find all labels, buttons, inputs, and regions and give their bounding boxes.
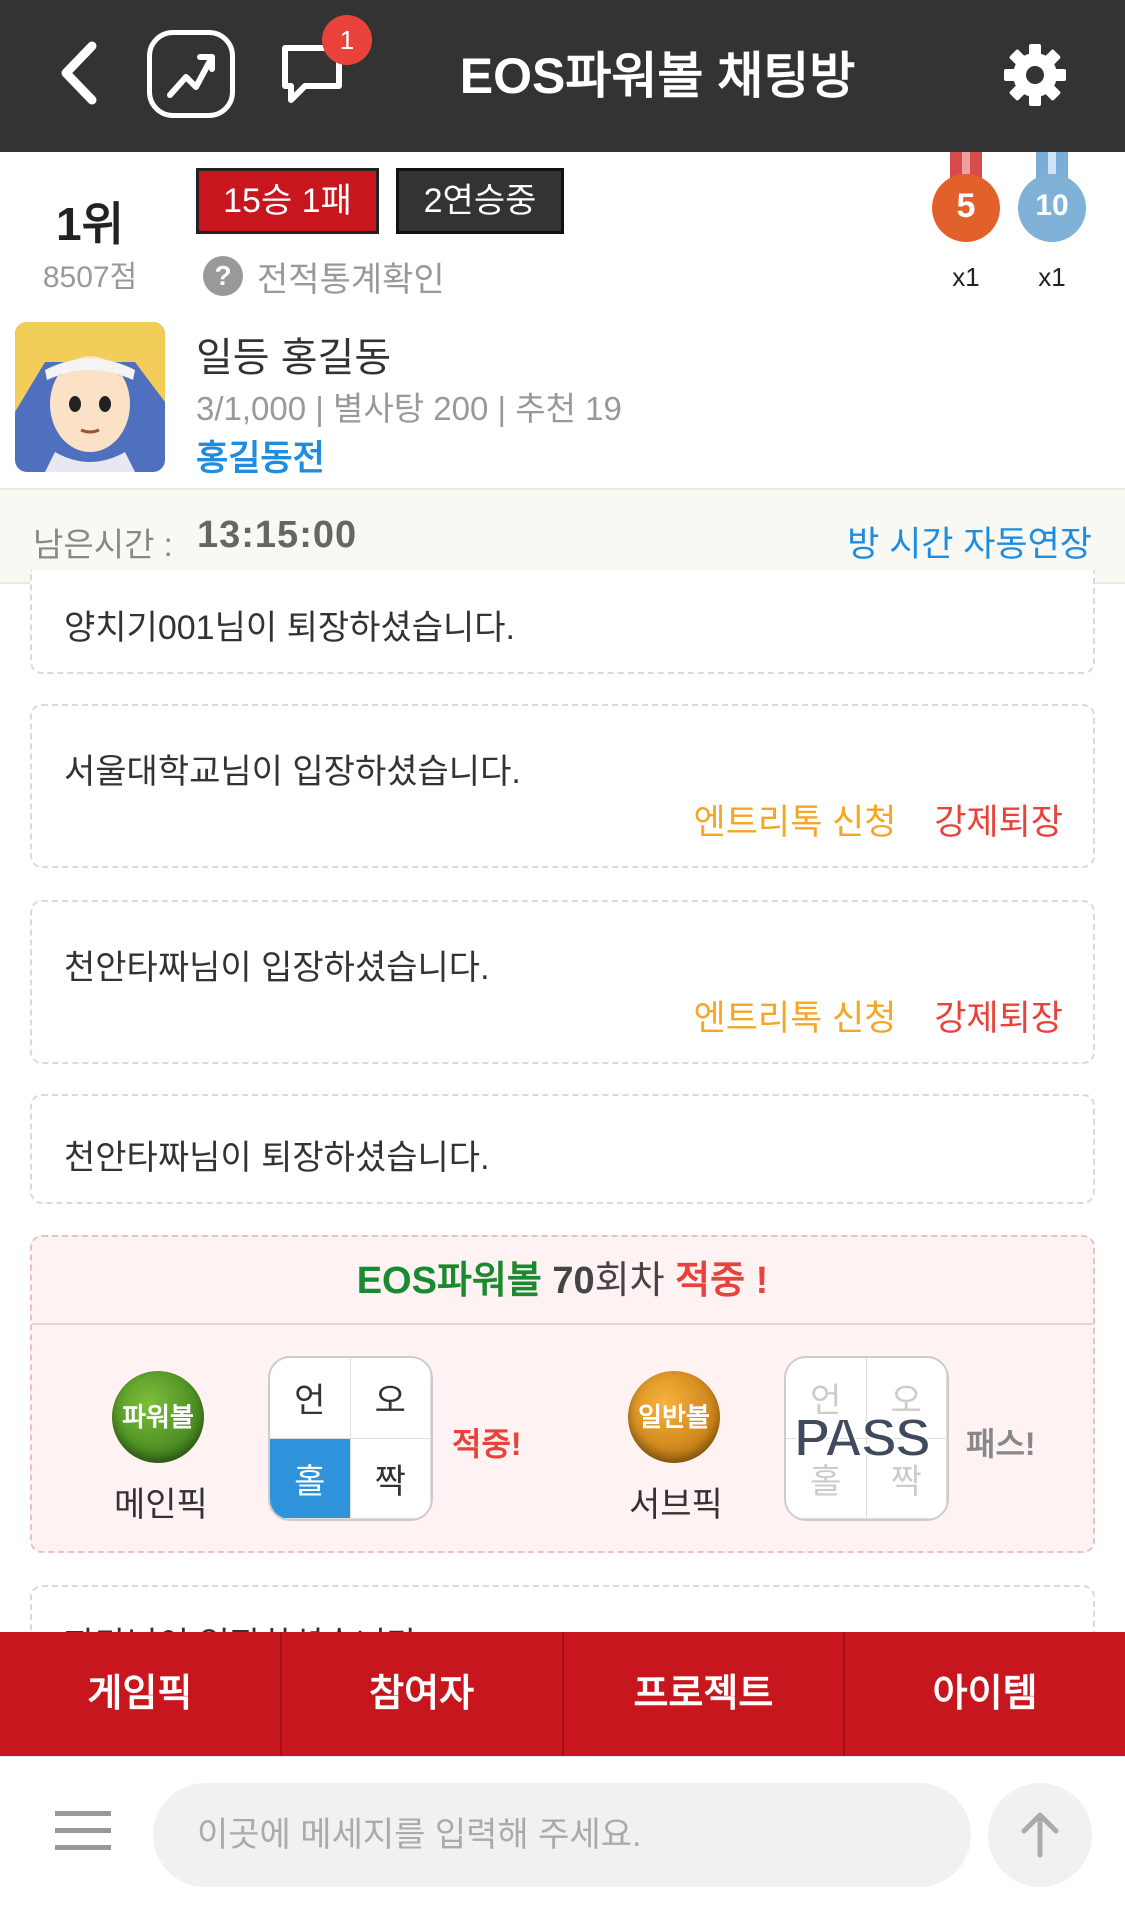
- entry-talk-button[interactable]: 엔트리톡 신청: [694, 999, 897, 1038]
- gear-icon[interactable]: [1000, 40, 1070, 110]
- timer-value: 13:15:00: [197, 514, 358, 556]
- medal-level: 10: [1018, 174, 1086, 242]
- message-text: 천안타짜님이 퇴장하셨습니다.: [64, 1139, 490, 1177]
- arrow-up-icon: [1021, 1812, 1059, 1858]
- question-icon: ?: [203, 256, 243, 296]
- message-actions: 엔트리톡 신청 강제퇴장: [694, 794, 1063, 845]
- result-card: EOS파워볼 70회차 적중 ! 파워볼 메인픽 언 오 홀 짝 적중! 일반볼…: [30, 1235, 1095, 1553]
- message-input[interactable]: [153, 1783, 971, 1887]
- result-round: 70: [552, 1260, 595, 1302]
- sub-pick-verdict: 패스!: [966, 1426, 1036, 1462]
- notification-badge: 1: [322, 15, 372, 65]
- tab-project[interactable]: 프로젝트: [564, 1632, 846, 1756]
- stats-button[interactable]: [147, 30, 235, 118]
- message-actions: 엔트리톡 신청 강제퇴장: [694, 990, 1063, 1041]
- stats-link-label: 전적통계확인: [257, 260, 445, 299]
- kick-button[interactable]: 강제퇴장: [934, 999, 1063, 1038]
- pick-cell-over: 오: [350, 1358, 431, 1439]
- chat-message: 양치기001님이 퇴장하셨습니다.: [30, 570, 1095, 674]
- streak-badge: 2연승중: [396, 168, 564, 234]
- medal-count: x1: [952, 262, 980, 292]
- result-game: EOS파워볼: [356, 1260, 542, 1302]
- medal-level: 5: [932, 174, 1000, 242]
- timer-label: 남은시간 :: [33, 526, 173, 563]
- pick-cell-even: 짝: [350, 1438, 431, 1519]
- page-title: EOS파워볼 채팅방: [459, 48, 856, 104]
- send-button[interactable]: [988, 1783, 1092, 1887]
- rank: 1위: [56, 198, 124, 250]
- pass-stamp: PASS: [793, 1407, 932, 1469]
- tab-game-pick[interactable]: 게임픽: [0, 1632, 282, 1756]
- clan-link[interactable]: 홍길동전: [196, 430, 325, 481]
- main-pick-grid: 언 오 홀 짝: [268, 1356, 433, 1521]
- medal-count: x1: [1038, 262, 1066, 292]
- sub-pick-label: 서브픽: [629, 1486, 723, 1524]
- kick-button[interactable]: 강제퇴장: [934, 803, 1063, 842]
- message-text: 서울대학교님이 입장하셨습니다.: [64, 753, 521, 791]
- pick-cell-odd: 홀: [270, 1438, 351, 1519]
- message-text: 양치기001님이 퇴장하셨습니다.: [64, 609, 515, 647]
- stats-icon: [167, 54, 215, 98]
- main-pick-verdict: 적중!: [452, 1426, 522, 1462]
- result-round-suffix: 회차: [594, 1260, 665, 1302]
- chat-message: 천안타짜님이 퇴장하셨습니다.: [30, 1094, 1095, 1204]
- points: 8507점: [42, 261, 138, 294]
- normal-ball-icon: 일반볼: [628, 1371, 720, 1463]
- record-badge: 15승 1패: [196, 168, 379, 234]
- chat-message: 서울대학교님이 입장하셨습니다. 엔트리톡 신청 강제퇴장: [30, 704, 1095, 868]
- stats-link[interactable]: ? 전적통계확인: [203, 256, 445, 299]
- powerball-icon: 파워볼: [112, 1371, 204, 1463]
- chat-message: 천안타짜님이 입장하셨습니다. 엔트리톡 신청 강제퇴장: [30, 900, 1095, 1064]
- top-bar: 1 EOS파워볼 채팅방: [0, 0, 1125, 152]
- profile-meta: 3/1,000 | 별사탕 200 | 추천 19: [196, 390, 622, 427]
- entry-talk-button[interactable]: 엔트리톡 신청: [694, 803, 897, 842]
- bottom-tabs: 게임픽 참여자 프로젝트 아이템: [0, 1632, 1125, 1756]
- tab-items[interactable]: 아이템: [845, 1632, 1125, 1756]
- main-pick-label: 메인픽: [114, 1486, 208, 1524]
- pick-cell-under: 언: [270, 1358, 351, 1439]
- message-text: 천안타짜님이 입장하셨습니다.: [64, 949, 490, 987]
- input-bar: [0, 1756, 1125, 1910]
- tab-participants[interactable]: 참여자: [282, 1632, 564, 1756]
- nickname: 일등 홍길동: [196, 336, 392, 380]
- avatar[interactable]: [15, 322, 165, 472]
- result-hit: 적중 !: [675, 1260, 769, 1302]
- menu-icon[interactable]: [55, 1809, 111, 1853]
- result-header: EOS파워볼 70회차 적중 !: [32, 1237, 1093, 1325]
- back-icon[interactable]: [52, 38, 112, 108]
- auto-extend-link[interactable]: 방 시간 자동연장: [847, 516, 1092, 567]
